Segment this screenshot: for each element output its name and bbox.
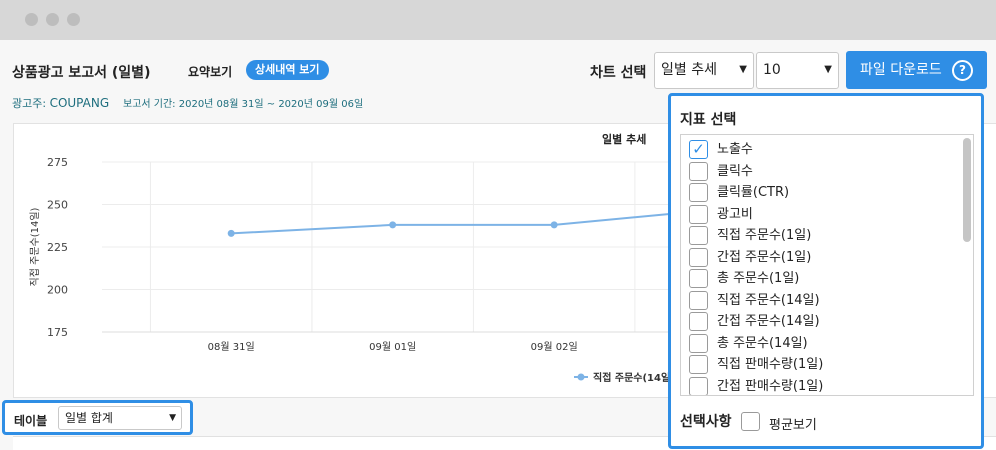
legend-marker <box>577 373 585 381</box>
summary-view-link[interactable]: 요약보기 <box>188 63 232 80</box>
maximize-dot-icon[interactable] <box>67 13 80 26</box>
data-point <box>550 221 558 229</box>
data-point <box>227 229 235 237</box>
chart-type-select[interactable]: 일별 추세 ▼ <box>654 52 754 89</box>
metric-item-label: 간접 주문수(14일) <box>717 314 820 329</box>
chart-type-value: 일별 추세 <box>661 62 717 78</box>
y-tick-label: 225 <box>47 241 68 254</box>
metric-item[interactable]: 직접 판매수량(1일) <box>689 354 949 375</box>
metric-item[interactable]: 간접 판매수량(1일) <box>689 376 949 395</box>
title-bar <box>0 0 996 40</box>
metric-item[interactable]: 직접 주문수(14일) <box>689 290 949 311</box>
metric-item[interactable]: 총 주문수(1일) <box>689 268 949 289</box>
table-control: 테이블 일별 합계 ▼ <box>2 400 193 435</box>
metric-item-label: 클릭수 <box>717 163 753 179</box>
count-value: 10 <box>763 62 781 78</box>
checkbox[interactable] <box>689 183 708 202</box>
close-dot-icon[interactable] <box>25 13 38 26</box>
metric-item-label: 클릭률(CTR) <box>717 185 790 200</box>
x-tick-label: 09월 02일 <box>531 341 578 353</box>
advertiser-info: 광고주: COUPANG <box>12 95 109 111</box>
checkbox[interactable] <box>689 161 708 181</box>
checkbox[interactable] <box>689 269 708 288</box>
metric-item[interactable]: 클릭률(CTR) <box>689 182 949 203</box>
minimize-dot-icon[interactable] <box>46 13 59 26</box>
x-tick-label: 08월 31일 <box>208 341 255 353</box>
count-select[interactable]: 10 ▼ <box>756 52 839 89</box>
checkbox[interactable] <box>689 376 708 395</box>
chart-title: 일별 추세 <box>602 133 647 146</box>
y-tick-label: 275 <box>47 156 68 169</box>
advertiser-value: COUPANG <box>49 96 110 110</box>
metric-item-label: 총 주문수(14일) <box>717 335 808 351</box>
metric-item[interactable]: 총 주문수(14일) <box>689 333 949 354</box>
download-label: 파일 다운로드 <box>860 62 942 78</box>
metric-item-label: 직접 주문수(1일) <box>717 228 812 243</box>
x-tick-label: 09월 01일 <box>369 341 416 353</box>
chart-select-label: 차트 선택 <box>590 65 647 81</box>
report-period: 보고서 기간: 2020년 08월 31일 ~ 2020년 09월 06일 <box>123 99 364 110</box>
chevron-down-icon: ▼ <box>169 413 176 423</box>
metric-item[interactable]: ✓ 노출수 <box>689 139 949 160</box>
options-label: 선택사항 <box>680 414 732 430</box>
checkbox-checked[interactable]: ✓ <box>689 140 708 159</box>
metric-item-label: 직접 판매수량(1일) <box>717 357 824 372</box>
data-point <box>389 221 397 229</box>
metric-list-scrollbar[interactable] <box>963 138 971 242</box>
metric-panel-title: 지표 선택 <box>680 112 737 128</box>
checkbox[interactable] <box>689 312 708 331</box>
file-download-button[interactable]: 파일 다운로드 ? <box>846 51 987 89</box>
y-tick-label: 175 <box>47 326 68 339</box>
metric-item-label: 간접 판매수량(1일) <box>717 378 824 394</box>
metric-item[interactable]: 광고비 <box>689 204 949 225</box>
metric-item[interactable]: 간접 주문수(14일) <box>689 311 949 332</box>
metric-item-label: 노출수 <box>717 142 753 157</box>
legend-label: 직접 주문수(14일) <box>593 371 675 384</box>
average-label: 평균보기 <box>769 418 817 433</box>
chevron-down-icon: ▼ <box>739 64 747 75</box>
checkbox[interactable] <box>689 333 708 353</box>
metric-item-label: 간접 주문수(1일) <box>717 249 812 265</box>
metric-item-label: 직접 주문수(14일) <box>717 292 820 308</box>
detail-view-button[interactable]: 상세내역 보기 <box>246 60 329 80</box>
metric-list[interactable]: ✓ 노출수클릭수클릭률(CTR) 광고비직접 주문수(1일) 간접 주문수(1일) 총 … <box>680 134 974 396</box>
metric-item-label: 총 주문수(1일) <box>717 271 800 286</box>
metric-item[interactable]: 간접 주문수(1일) <box>689 247 949 268</box>
metric-item[interactable]: 클릭수 <box>689 161 949 182</box>
table-select-value: 일별 합계 <box>65 411 113 425</box>
y-tick-label: 200 <box>47 284 68 297</box>
checkbox[interactable] <box>689 355 708 374</box>
checkbox[interactable] <box>689 247 708 267</box>
advertiser-label: 광고주: <box>12 97 47 110</box>
average-checkbox[interactable] <box>741 412 760 431</box>
chevron-down-icon: ▼ <box>824 64 832 75</box>
app-window: 상품광고 보고서 (일별) 요약보기 상세내역 보기 광고주: COUPANG … <box>0 0 996 450</box>
checkbox[interactable] <box>689 290 708 310</box>
checkbox[interactable] <box>689 204 708 224</box>
y-axis-label: 직접 주문수(14일) <box>29 207 41 286</box>
page-title: 상품광고 보고서 (일별) <box>12 65 151 81</box>
metric-item[interactable]: 직접 주문수(1일) <box>689 225 949 246</box>
y-tick-label: 250 <box>47 199 68 212</box>
metric-item-label: 광고비 <box>717 206 753 222</box>
table-select[interactable]: 일별 합계 ▼ <box>58 406 182 430</box>
metric-select-panel: 지표 선택 ✓ 노출수클릭수클릭률(CTR) 광고비직접 주문수(1일) 간접 주문수… <box>668 93 984 449</box>
table-label: 테이블 <box>14 414 48 428</box>
checkbox[interactable] <box>689 226 708 245</box>
help-icon[interactable]: ? <box>952 60 973 81</box>
